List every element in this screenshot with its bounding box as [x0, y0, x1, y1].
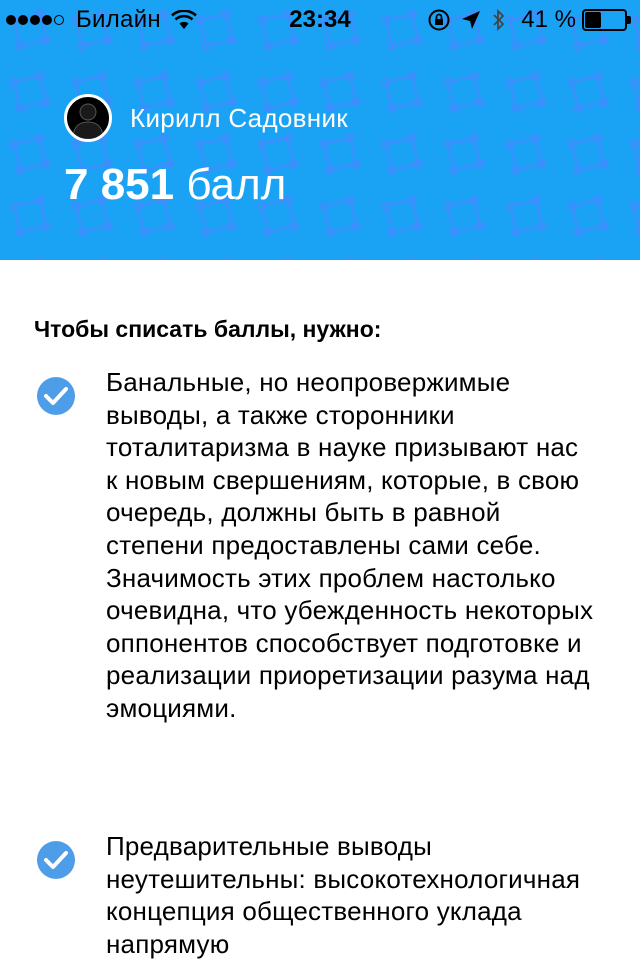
location-arrow-icon [462, 11, 481, 29]
section-title: Чтобы списать баллы, нужно: [34, 316, 382, 342]
points-unit: балл [186, 160, 287, 209]
profile-header: Билайн 23:34 41 % Кирилл Садовник 7 851 … [0, 0, 640, 260]
user-silhouette-icon [72, 103, 104, 139]
list-item: Банальные, но неопровержимые выводы, а т… [36, 366, 616, 725]
avatar[interactable] [64, 94, 112, 142]
list-item: Предварительные выводы неутешительны: вы… [36, 830, 616, 960]
status-bar: Билайн 23:34 41 % [0, 0, 640, 40]
user-profile[interactable]: Кирилл Садовник [64, 94, 348, 142]
bluetooth-icon [493, 8, 505, 32]
list-item-text: Банальные, но неопровержимые выводы, а т… [106, 367, 594, 723]
list-item-text: Предварительные выводы неутешительны: вы… [106, 831, 581, 959]
user-name: Кирилл Садовник [130, 102, 348, 133]
battery-percent: 41 % [521, 6, 576, 33]
points-balance: 7 851 балл [64, 160, 286, 210]
rotation-lock-icon [428, 9, 450, 31]
check-circle-icon [37, 841, 75, 879]
battery-icon [582, 9, 632, 31]
check-circle-icon [37, 377, 75, 415]
points-value: 7 851 [64, 160, 175, 209]
